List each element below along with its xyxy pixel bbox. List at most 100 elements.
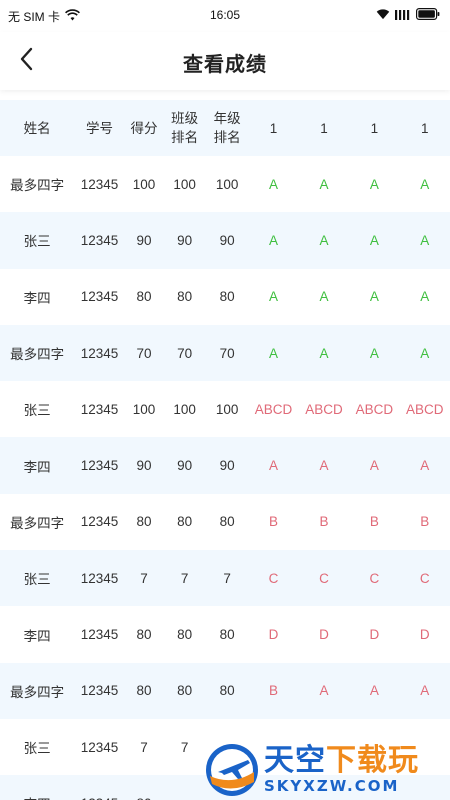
table-header-row: 姓名 学号 得分 班级排名 年级排名 1 1 1 1 <box>0 100 450 156</box>
cell-grade-rank: 90 <box>219 232 235 248</box>
cell-id: 12345 <box>80 683 119 699</box>
cell-score: 70 <box>136 345 152 361</box>
cell-answer: A <box>369 289 379 305</box>
cell-answer: A <box>269 176 279 192</box>
cell-grade-rank: 7 <box>223 570 231 586</box>
header-question: 1 <box>370 120 379 136</box>
header-id: 学号 <box>85 120 113 136</box>
table-row: 李四 12345 90 90 90 A A A A <box>0 437 450 494</box>
cell-answer: A <box>420 458 430 474</box>
cell-score: 80 <box>136 627 152 643</box>
watermark-text: 天空下载玩 SKYXZW.COM <box>264 746 419 794</box>
table-row: 张三 12345 90 90 90 A A A A <box>0 212 450 269</box>
cell-answer: B <box>420 514 430 530</box>
cell-answer: B <box>269 514 279 530</box>
table-body: 最多四字 12345 100 100 100 A A A A 张三 12345 90 90 90 A A A A 李… <box>0 156 450 800</box>
cell-grade-rank: 80 <box>219 514 235 530</box>
cell-grade-rank: 80 <box>219 289 235 305</box>
cell-answer: A <box>420 232 430 248</box>
cell-answer: A <box>269 289 279 305</box>
cell-answer: ABCD <box>355 401 394 417</box>
cell-name: 李四 <box>23 628 51 644</box>
cell-answer: A <box>369 683 379 699</box>
cell-score: 80 <box>136 514 152 530</box>
cell-class-rank: 70 <box>177 345 193 361</box>
cell-score: 100 <box>132 176 156 192</box>
battery-icon <box>416 8 440 23</box>
cell-answer: A <box>420 683 430 699</box>
cell-answer: A <box>319 176 329 192</box>
table-row: 张三 12345 7 7 7 C C C C <box>0 550 450 607</box>
cell-answer: ABCD <box>254 401 293 417</box>
score-table-container[interactable]: 姓名 学号 得分 班级排名 年级排名 1 1 1 1 最多四字 12345 100 1… <box>0 100 450 800</box>
cell-answer: D <box>268 627 279 643</box>
nav-bar: 查看成绩 <box>0 32 450 90</box>
cell-id: 12345 <box>80 232 119 248</box>
cell-id: 12345 <box>80 401 119 417</box>
table-row: 最多四字 12345 100 100 100 A A A A <box>0 156 450 213</box>
cell-answer: A <box>420 176 430 192</box>
cell-answer: ABCD <box>305 401 343 417</box>
cell-answer: A <box>369 232 379 248</box>
cell-class-rank: 100 <box>173 176 196 192</box>
table-row: 张三 12345 100 100 100 ABCD ABCD ABCD ABCD <box>0 381 450 438</box>
cell-answer: A <box>269 232 279 248</box>
cell-answer: A <box>420 345 430 361</box>
header-question: 1 <box>269 120 278 136</box>
cell-answer: B <box>269 683 279 699</box>
cell-answer: A <box>369 176 379 192</box>
status-bar: 无 SIM 卡 16:05 <box>0 0 450 32</box>
cell-score: 90 <box>136 232 152 248</box>
cell-answer: A <box>369 345 379 361</box>
cell-answer: A <box>319 232 329 248</box>
score-table: 姓名 学号 得分 班级排名 年级排名 1 1 1 1 最多四字 12345 100 1… <box>0 100 450 800</box>
cell-answer: A <box>269 345 279 361</box>
cell-name: 李四 <box>0 775 74 800</box>
table-row: 最多四字 12345 70 70 70 A A A A <box>0 324 450 382</box>
cell-answer: A <box>269 458 279 474</box>
cell-name: 张三 <box>23 234 51 250</box>
cell-score: 90 <box>136 458 152 474</box>
cell-score: 80 <box>136 289 152 305</box>
cell-grade-rank: 90 <box>219 458 235 474</box>
site-watermark: 天空下载玩 SKYXZW.COM <box>204 740 450 800</box>
cell-grade-rank: 100 <box>215 401 239 417</box>
header-name: 姓名 <box>23 120 51 136</box>
header-question: 1 <box>421 120 429 136</box>
cell-grade-rank: 70 <box>219 345 235 361</box>
cell-answer: A <box>319 458 329 474</box>
airplane-logo-icon <box>206 744 258 796</box>
cell-name: 张三 <box>23 403 51 419</box>
watermark-en: SKYXZW.COM <box>264 777 400 795</box>
cell-answer: A <box>420 289 430 305</box>
cell-answer: A <box>319 345 329 361</box>
cell-class-rank: 90 <box>177 232 193 248</box>
cell-answer: C <box>319 570 329 586</box>
cell-id: 12345 <box>74 775 124 800</box>
cell-answer: C <box>419 570 430 586</box>
cell-grade-rank: 80 <box>219 683 235 699</box>
status-right <box>376 8 440 23</box>
cell-name: 李四 <box>23 459 51 475</box>
cell-answer: B <box>319 514 329 530</box>
cell-id: 12345 <box>80 739 119 755</box>
cell-grade-rank: 80 <box>219 627 235 643</box>
cell-id: 12345 <box>80 176 119 192</box>
cell-id: 12345 <box>80 514 119 530</box>
cell-score: 7 <box>140 739 148 755</box>
signal-icon <box>395 8 411 23</box>
header-grade-rank: 年级排名 <box>213 111 241 145</box>
cell-answer: C <box>369 570 380 586</box>
cell-name: 最多四字 <box>10 347 65 363</box>
header-question: 1 <box>320 120 328 136</box>
table-row: 最多四字 12345 80 80 80 B A A A <box>0 662 450 719</box>
cell-name: 最多四字 <box>10 515 65 531</box>
table-row: 最多四字 12345 80 80 80 B B B B <box>0 493 450 551</box>
cell-grade-rank: 100 <box>215 176 239 192</box>
cell-name: 张三 <box>23 741 51 757</box>
cell-class-rank: 100 <box>173 401 196 417</box>
cell-answer: A <box>319 289 329 305</box>
location-icon <box>376 8 390 23</box>
page-title: 查看成绩 <box>183 54 267 76</box>
cell-class-rank: 80 <box>177 289 193 305</box>
